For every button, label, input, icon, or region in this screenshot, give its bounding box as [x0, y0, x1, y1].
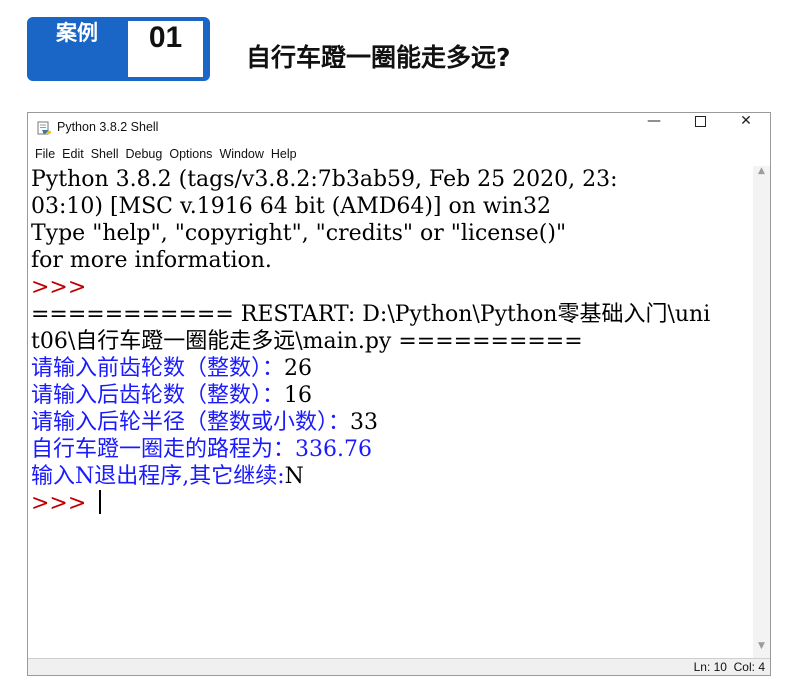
restart-line: =========== RESTART: D:\Python\Python零基础…	[31, 302, 711, 327]
title-bar[interactable]: Python 3.8.2 Shell — ✕	[28, 113, 770, 143]
current-prompt-line[interactable]: >>>	[31, 490, 753, 517]
menu-file[interactable]: File	[32, 147, 58, 161]
menu-help[interactable]: Help	[268, 147, 300, 161]
menu-window[interactable]: Window	[216, 147, 266, 161]
scroll-up-icon[interactable]: ▲	[753, 166, 770, 183]
case-badge: 案例 01	[27, 17, 210, 81]
shell-line: Type "help", "copyright", "credits" or "…	[31, 221, 567, 246]
restart-line: t06\自行车蹬一圈能走多远\main.py ==========	[31, 329, 583, 354]
shell-prompt: >>>	[31, 491, 94, 516]
menu-shell[interactable]: Shell	[88, 147, 122, 161]
scroll-down-icon[interactable]: ▼	[753, 641, 770, 658]
menu-edit[interactable]: Edit	[59, 147, 87, 161]
input-prompt: 输入N退出程序,其它继续:	[31, 464, 285, 489]
maximize-button[interactable]	[677, 113, 723, 143]
menu-debug[interactable]: Debug	[123, 147, 166, 161]
window-title: Python 3.8.2 Shell	[57, 120, 159, 134]
result-output-line: 自行车蹬一圈走的路程为：336.76	[31, 437, 372, 462]
input-line-continue: 输入N退出程序,其它继续:N	[31, 463, 753, 490]
input-line-rear-gear: 请输入后齿轮数（整数）：16	[31, 382, 753, 409]
shell-text-area[interactable]: Python 3.8.2 (tags/v3.8.2:7b3ab59, Feb 2…	[31, 166, 753, 658]
shell-line: 03:10) [MSC v.1916 64 bit (AMD64)] on wi…	[31, 194, 551, 219]
status-bar: Ln: 10 Col: 4	[28, 658, 770, 675]
input-prompt: 请输入后轮半径（整数或小数）：	[31, 410, 351, 435]
status-line: Ln: 10	[693, 660, 727, 674]
close-icon: ✕	[740, 113, 752, 129]
case-number: 01	[128, 21, 203, 77]
minimize-icon: —	[647, 113, 661, 129]
user-input-value: N	[284, 464, 304, 489]
shell-line: for more information.	[31, 248, 272, 273]
text-cursor	[99, 490, 102, 514]
menu-options[interactable]: Options	[166, 147, 215, 161]
shell-line: Python 3.8.2 (tags/v3.8.2:7b3ab59, Feb 2…	[31, 167, 618, 192]
vertical-scrollbar[interactable]: ▲ ▼	[753, 166, 770, 658]
user-input-value: 16	[284, 383, 313, 408]
cursor-position: Ln: 10 Col: 4	[694, 660, 765, 674]
idle-shell-window: Python 3.8.2 Shell — ✕ File Edit Shell Debu…	[27, 112, 771, 676]
status-col: Col: 4	[733, 660, 765, 674]
minimize-button[interactable]: —	[631, 113, 677, 143]
close-button[interactable]: ✕	[723, 113, 769, 143]
idle-python-icon	[36, 121, 52, 136]
case-title: 自行车蹬一圈能走多远?	[246, 43, 511, 72]
maximize-icon	[694, 115, 706, 127]
shell-prompt-line: >>>	[31, 275, 87, 300]
input-prompt: 请输入前齿轮数（整数）：	[31, 356, 285, 381]
user-input-value: 26	[284, 356, 313, 381]
input-line-front-gear: 请输入前齿轮数（整数）：26	[31, 355, 753, 382]
case-label: 案例	[56, 21, 98, 45]
user-input-value: 33	[350, 410, 379, 435]
input-line-wheel-radius: 请输入后轮半径（整数或小数）：33	[31, 409, 753, 436]
menu-bar: File Edit Shell Debug Options Window Help	[28, 143, 770, 164]
input-prompt: 请输入后齿轮数（整数）：	[31, 383, 285, 408]
